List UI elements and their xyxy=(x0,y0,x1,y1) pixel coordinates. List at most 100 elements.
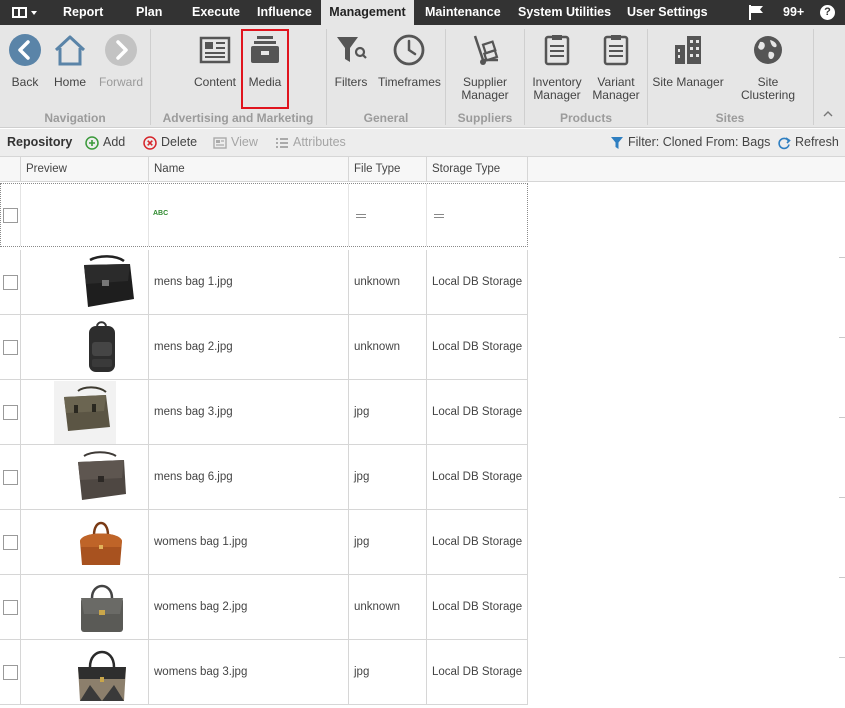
forward-button[interactable]: Forward xyxy=(96,25,146,105)
bag-thumbnail xyxy=(84,255,134,307)
grid-header: Preview Name File Type Storage Type xyxy=(0,157,845,182)
attributes-button[interactable]: Attributes xyxy=(275,129,350,157)
file-name: mens bag 2.jpg xyxy=(154,341,233,353)
funnel-icon xyxy=(337,37,367,62)
table-row[interactable]: mens bag 3.jpg jpg Local DB Storage xyxy=(0,380,528,445)
timeframes-button[interactable]: Timeframes xyxy=(378,25,441,105)
supplier-manager-button[interactable]: Supplier Manager xyxy=(456,25,514,105)
header-file-type[interactable]: File Type xyxy=(349,157,427,182)
group-label-sites: Sites xyxy=(715,111,745,125)
inventory-manager-button[interactable]: Inventory Manager xyxy=(530,25,584,105)
refresh-button[interactable]: Refresh xyxy=(777,129,845,157)
name-cell: womens bag 1.jpg xyxy=(149,510,349,575)
site-clustering-button[interactable]: Site Clustering xyxy=(730,25,806,105)
app-menu-button[interactable] xyxy=(0,0,46,25)
header-storage-type[interactable]: Storage Type xyxy=(427,157,528,182)
select-cell xyxy=(0,640,21,705)
filters-button[interactable]: Filters xyxy=(332,25,370,105)
content-button[interactable]: Content xyxy=(192,25,238,105)
menu-execute[interactable]: Execute xyxy=(192,0,240,25)
storage-cell: Local DB Storage xyxy=(427,315,528,380)
bag-thumbnail xyxy=(78,451,126,500)
preview-cell xyxy=(21,380,149,445)
select-cell xyxy=(0,315,21,380)
file-type-cell: unknown xyxy=(349,250,427,315)
filter-file-type-cell[interactable] xyxy=(349,184,427,246)
header-preview[interactable]: Preview xyxy=(21,157,149,182)
menu-user-settings[interactable]: User Settings xyxy=(627,0,708,25)
group-label-general: General xyxy=(363,111,409,125)
notifications-count[interactable]: 99+ xyxy=(783,0,804,25)
select-cell xyxy=(0,575,21,640)
name-cell: mens bag 2.jpg xyxy=(149,315,349,380)
view-button[interactable]: View xyxy=(213,129,263,157)
flag-icon[interactable] xyxy=(748,5,764,20)
add-button[interactable]: Add xyxy=(85,129,135,157)
variant-manager-button[interactable]: Variant Manager xyxy=(590,25,642,105)
storage-type: Local DB Storage xyxy=(432,276,523,288)
bag-thumbnail xyxy=(54,381,116,444)
table-row[interactable]: mens bag 2.jpg unknown Local DB Storage xyxy=(0,315,528,380)
row-checkbox[interactable] xyxy=(3,535,18,550)
filter-preview-cell xyxy=(21,184,149,246)
row-checkbox[interactable] xyxy=(3,600,18,615)
menu-maintenance[interactable]: Maintenance xyxy=(425,0,501,25)
delete-button[interactable]: Delete xyxy=(143,129,203,157)
menu-plan[interactable]: Plan xyxy=(136,0,162,25)
group-label-navigation: Navigation xyxy=(44,111,106,125)
equals-filter-icon[interactable] xyxy=(356,214,366,218)
storage-type: Local DB Storage xyxy=(432,601,523,613)
table-row[interactable]: mens bag 6.jpg jpg Local DB Storage xyxy=(0,445,528,510)
table-row[interactable]: womens bag 2.jpg unknown Local DB Storag… xyxy=(0,575,528,640)
delete-icon xyxy=(143,136,157,150)
home-icon xyxy=(54,35,86,66)
menu-report[interactable]: Report xyxy=(63,0,103,25)
row-checkbox[interactable] xyxy=(3,405,18,420)
menu-influence[interactable]: Influence xyxy=(257,0,312,25)
equals-filter-icon[interactable] xyxy=(434,214,444,218)
table-row[interactable]: womens bag 1.jpg jpg Local DB Storage xyxy=(0,510,528,575)
site-manager-button[interactable]: Site Manager xyxy=(652,25,724,105)
file-type-cell: unknown xyxy=(349,315,427,380)
menu-system-utilities[interactable]: System Utilities xyxy=(518,0,611,25)
row-checkbox[interactable] xyxy=(3,340,18,355)
help-icon[interactable]: ? xyxy=(820,5,835,20)
table-row[interactable]: womens bag 3.jpg jpg Local DB Storage xyxy=(0,640,528,705)
supplier-manager-label: Supplier Manager xyxy=(456,76,514,102)
active-filter[interactable]: Filter: Cloned From: Bags xyxy=(610,129,770,157)
back-button[interactable]: Back xyxy=(4,25,46,105)
storage-cell: Local DB Storage xyxy=(427,640,528,705)
filter-storage-cell[interactable] xyxy=(427,184,527,246)
bag-thumbnail xyxy=(89,321,115,372)
filter-row-checkbox[interactable] xyxy=(3,208,18,223)
inventory-manager-line2: Manager xyxy=(533,88,581,102)
name-cell: mens bag 6.jpg xyxy=(149,445,349,510)
row-checkbox[interactable] xyxy=(3,275,18,290)
storage-cell: Local DB Storage xyxy=(427,445,528,510)
collapse-ribbon-icon[interactable] xyxy=(823,110,833,118)
group-separator xyxy=(813,29,814,125)
home-button[interactable]: Home xyxy=(50,25,90,105)
header-name[interactable]: Name xyxy=(149,157,349,182)
supplier-manager-line2: Manager xyxy=(461,88,509,102)
file-name: womens bag 2.jpg xyxy=(154,601,248,613)
table-row[interactable]: mens bag 1.jpg unknown Local DB Storage xyxy=(0,250,528,315)
row-checkbox[interactable] xyxy=(3,665,18,680)
preview-cell xyxy=(21,445,149,510)
text-filter-icon[interactable]: ABC xyxy=(153,210,168,217)
refresh-icon xyxy=(778,137,791,150)
buildings-icon xyxy=(675,36,701,64)
active-filter-label: Filter: Cloned From: Bags xyxy=(628,135,771,149)
file-type-cell: jpg xyxy=(349,640,427,705)
select-cell xyxy=(0,250,21,315)
preview-cell xyxy=(21,640,149,705)
file-type: jpg xyxy=(354,536,370,548)
menu-management[interactable]: Management xyxy=(321,0,414,27)
back-arrow-icon xyxy=(9,34,41,66)
row-checkbox[interactable] xyxy=(3,470,18,485)
funnel-icon xyxy=(611,137,623,149)
file-type-cell: unknown xyxy=(349,575,427,640)
storage-type: Local DB Storage xyxy=(432,666,523,678)
filter-name-cell[interactable]: ABC xyxy=(149,184,349,246)
refresh-label: Refresh xyxy=(795,135,839,149)
